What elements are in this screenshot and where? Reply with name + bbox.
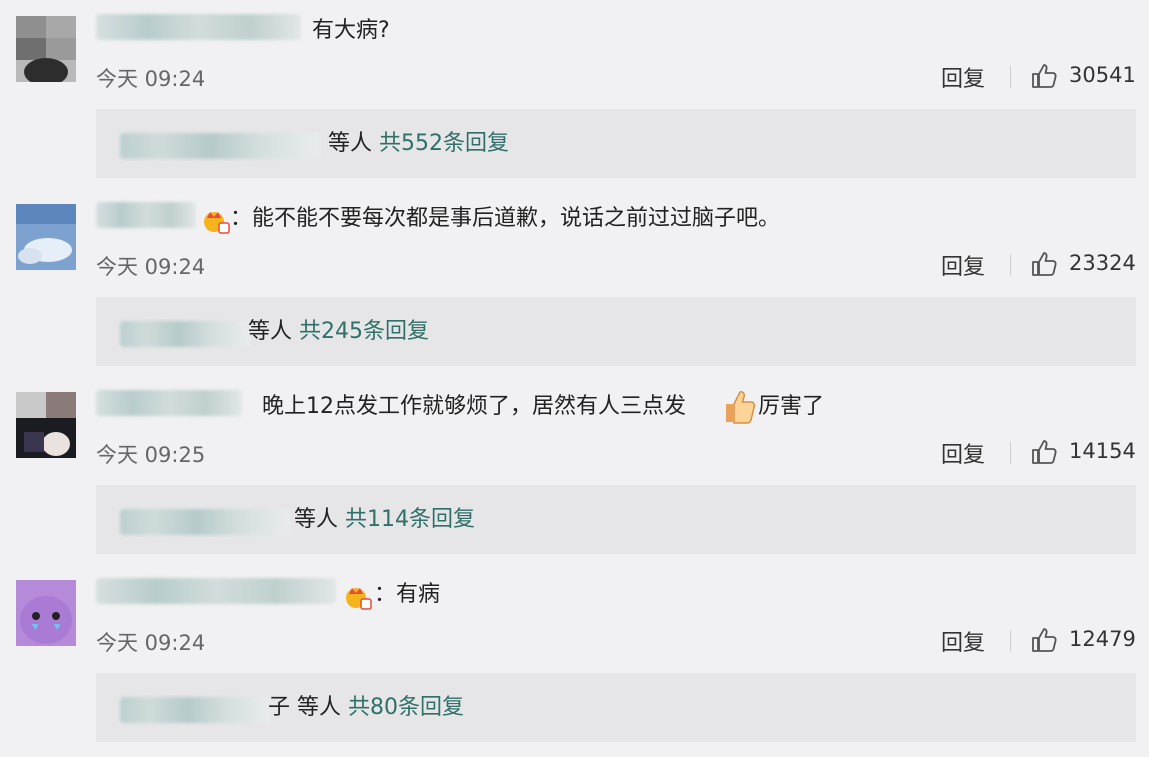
comment-text-tail: 厉害了: [758, 394, 825, 419]
comment-text: ：能不能不要每次都是事后道歉，说话之前过过脑子吧。: [230, 206, 781, 231]
reply-tail: 子 等人: [268, 695, 341, 720]
reply-summary-box[interactable]: 等人 共552条回复: [96, 109, 1136, 178]
reply-button[interactable]: 回复: [941, 437, 985, 469]
avatar[interactable]: [16, 392, 76, 458]
reply-tail: 等人: [294, 507, 339, 532]
reply-button[interactable]: 回复: [941, 61, 985, 93]
blurred-replier-names: [120, 509, 290, 535]
comment-time: 今天 09:25: [96, 443, 206, 467]
divider: [1010, 442, 1011, 464]
blurred-username[interactable]: [96, 202, 196, 228]
blurred-replier-names: [120, 321, 250, 347]
reply-count-link[interactable]: 共114条回复: [345, 507, 475, 532]
thumbs-up-icon[interactable]: [1030, 250, 1058, 278]
divider: [1010, 630, 1011, 652]
blurred-username[interactable]: [96, 390, 242, 416]
comment-time: 今天 09:24: [96, 255, 206, 279]
like-count: 12479: [1069, 627, 1136, 651]
thumbs-up-icon[interactable]: [1030, 438, 1058, 466]
comment-text: 有大病?: [312, 18, 390, 43]
divider: [1010, 254, 1011, 276]
like-count: 14154: [1069, 439, 1136, 463]
comment-text: ：有病: [374, 582, 441, 607]
thumbs-up-icon[interactable]: [1030, 626, 1058, 654]
reply-count-link[interactable]: 共552条回复: [379, 131, 509, 156]
avatar[interactable]: [16, 580, 76, 646]
reply-summary-box[interactable]: 等人 共114条回复: [96, 485, 1136, 554]
thumbs-up-icon[interactable]: [1030, 62, 1058, 90]
thumbs-up-emoji-icon: [726, 391, 756, 424]
comment-time: 今天 09:24: [96, 631, 206, 655]
comment-item: 有大病? 今天 09:24 回复 30541 等人 共552条回复: [0, 0, 1149, 188]
comment-time: 今天 09:24: [96, 67, 206, 91]
reply-summary-box[interactable]: 子 等人 共80条回复: [96, 673, 1136, 742]
crown-badge-icon: [204, 212, 230, 234]
comment-item: ：能不能不要每次都是事后道歉，说话之前过过脑子吧。 今天 09:24 回复 23…: [0, 188, 1149, 376]
reply-summary-box[interactable]: 等人 共245条回复: [96, 297, 1136, 366]
reply-count-link[interactable]: 共245条回复: [299, 319, 429, 344]
crown-badge-icon: [346, 588, 372, 610]
reply-button[interactable]: 回复: [941, 625, 985, 657]
comment-item: 晚上12点发工作就够烦了，居然有人三点发 厉害了 今天 09:25 回复 141…: [0, 376, 1149, 564]
avatar[interactable]: [16, 204, 76, 270]
reply-button[interactable]: 回复: [941, 249, 985, 281]
reply-tail: 等人: [248, 319, 293, 344]
blurred-username[interactable]: [96, 578, 336, 604]
like-count: 30541: [1069, 63, 1136, 87]
divider: [1010, 66, 1011, 88]
blurred-replier-names: [120, 697, 270, 723]
comment-item: ：有病 今天 09:24 回复 12479 子 等人 共80条回复: [0, 564, 1149, 752]
comment-text: 晚上12点发工作就够烦了，居然有人三点发: [262, 394, 686, 419]
avatar[interactable]: [16, 16, 76, 82]
reply-tail: 等人: [328, 131, 373, 156]
blurred-replier-names: [120, 133, 320, 159]
reply-count-link[interactable]: 共80条回复: [348, 695, 464, 720]
like-count: 23324: [1069, 251, 1136, 275]
blurred-username[interactable]: [96, 14, 301, 40]
